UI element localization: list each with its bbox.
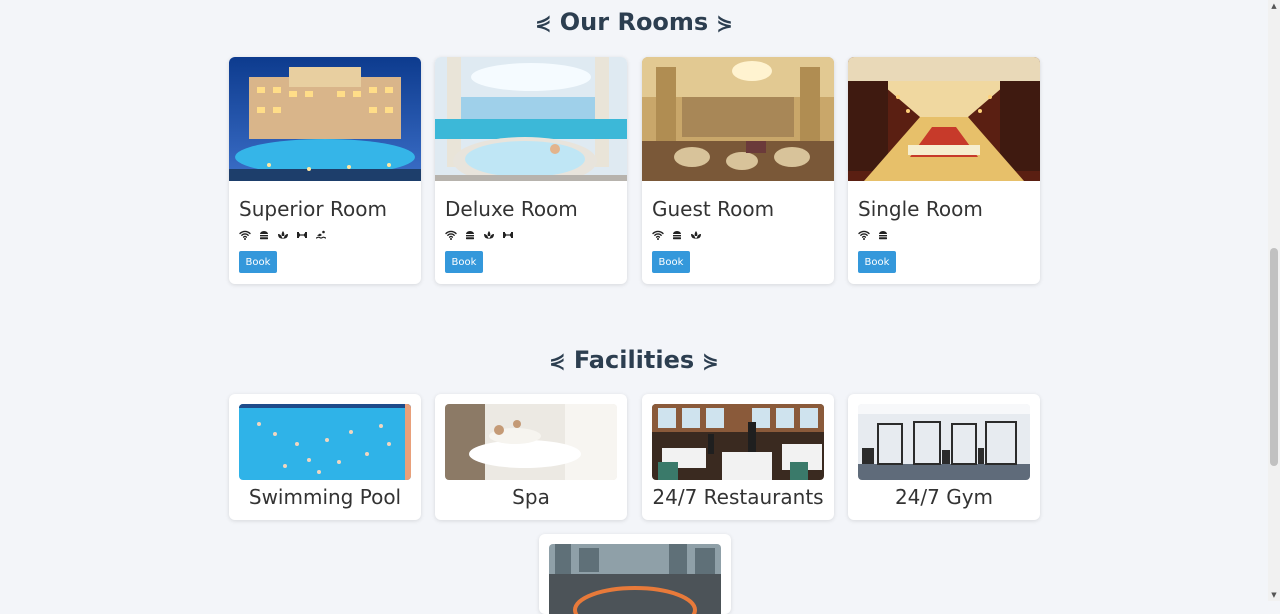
restaurant-image — [652, 404, 824, 480]
amenities-row — [858, 228, 889, 242]
scroll-down-arrow-icon[interactable]: ▼ — [1268, 589, 1280, 601]
room-card-single: Single Room Book — [848, 57, 1040, 284]
superior-room-image — [229, 57, 421, 181]
facilities-title-text: Facilities — [573, 346, 695, 374]
wifi-icon — [445, 230, 457, 240]
room-card-guest: Guest Room Book — [642, 57, 834, 284]
burger-icon — [879, 231, 887, 240]
amenities-row — [445, 228, 514, 242]
room-card-deluxe: Deluxe Room Book — [435, 57, 627, 284]
wifi-icon — [239, 230, 251, 240]
wifi-icon — [652, 230, 664, 240]
helipad-image — [549, 544, 721, 614]
page-scrollbar[interactable]: ▲ ▼ — [1268, 0, 1280, 601]
deco-right-icon: ⋟ — [702, 348, 719, 372]
spa-image — [445, 404, 617, 480]
lotus-icon — [278, 231, 288, 239]
rooms-title-text: Our Rooms — [559, 8, 709, 36]
lotus-icon — [691, 231, 701, 239]
book-button[interactable]: Book — [858, 251, 896, 273]
scroll-up-arrow-icon[interactable]: ▲ — [1268, 0, 1280, 12]
room-name: Guest Room — [652, 197, 775, 221]
swimmer-icon — [315, 230, 327, 239]
facility-name: 24/7 Restaurants — [652, 485, 824, 509]
room-name: Superior Room — [239, 197, 387, 221]
room-card-superior: Superior Room Book — [229, 57, 421, 284]
deluxe-room-image — [435, 57, 627, 181]
facility-name: Swimming Pool — [248, 485, 402, 509]
swimming-pool-image — [239, 404, 411, 480]
amenities-row — [239, 228, 327, 242]
facility-card-helipad — [539, 534, 731, 614]
facility-card-gym: 24/7 Gym — [848, 394, 1040, 520]
burger-icon — [673, 231, 681, 240]
deco-left-icon: ⋞ — [549, 348, 566, 372]
book-button[interactable]: Book — [652, 251, 690, 273]
room-name: Single Room — [858, 197, 983, 221]
book-button[interactable]: Book — [239, 251, 277, 273]
dumbbell-icon — [297, 232, 307, 238]
gym-image — [858, 404, 1030, 480]
wifi-icon — [858, 230, 870, 240]
burger-icon — [260, 231, 268, 240]
facility-card-spa: Spa — [435, 394, 627, 520]
deco-right-icon: ⋟ — [716, 10, 733, 34]
facility-name: Spa — [512, 485, 550, 509]
deco-left-icon: ⋞ — [535, 10, 552, 34]
single-room-image — [848, 57, 1040, 181]
rooms-section-title: ⋞ Our Rooms ⋟ — [0, 8, 1268, 36]
facility-name: 24/7 Gym — [894, 485, 994, 509]
guest-room-image — [642, 57, 834, 181]
book-button[interactable]: Book — [445, 251, 483, 273]
amenities-row — [652, 228, 702, 242]
burger-icon — [466, 231, 474, 240]
lotus-icon — [484, 231, 494, 239]
facility-card-pool: Swimming Pool — [229, 394, 421, 520]
facilities-section-title: ⋞ Facilities ⋟ — [0, 346, 1268, 374]
scroll-thumb[interactable] — [1270, 248, 1278, 466]
room-name: Deluxe Room — [445, 197, 578, 221]
dumbbell-icon — [503, 232, 513, 238]
facility-card-restaurants: 24/7 Restaurants — [642, 394, 834, 520]
